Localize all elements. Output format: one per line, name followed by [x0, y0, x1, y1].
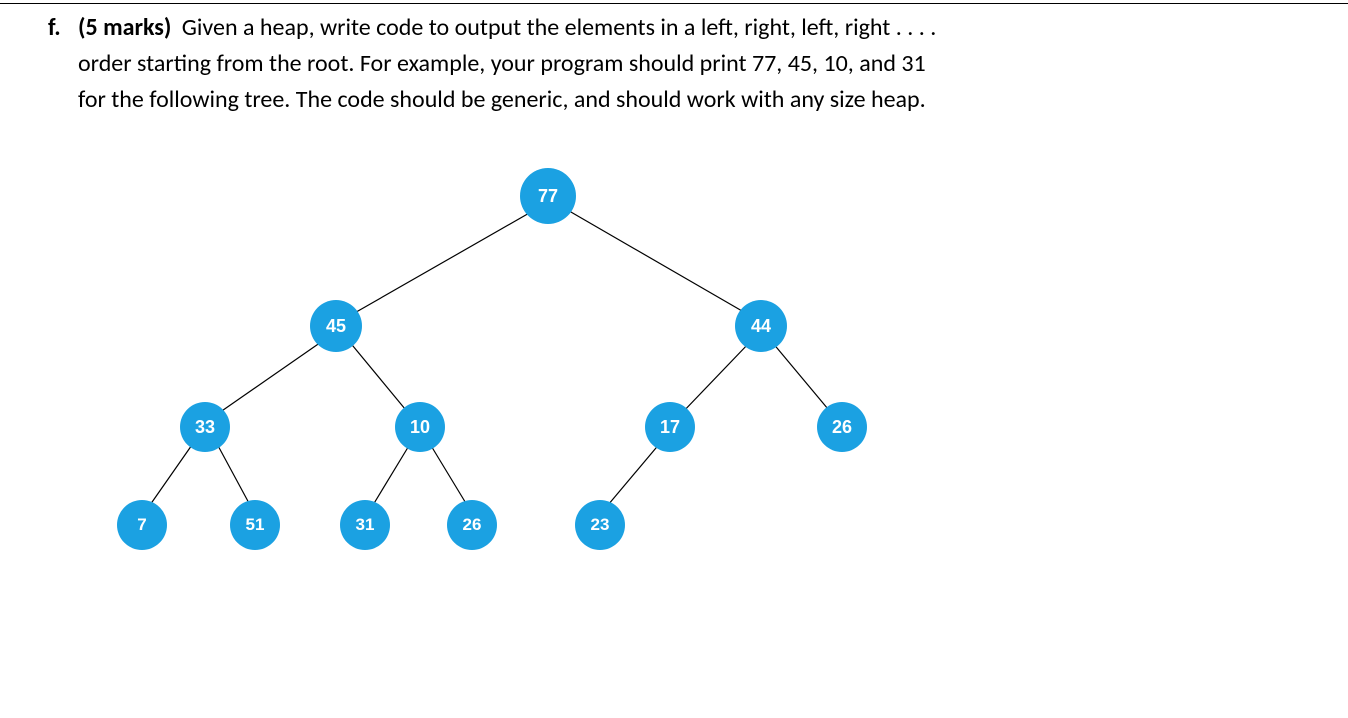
question-text-1: Given a heap, write code to output the e… [176, 13, 936, 42]
tree-node-l2-left: 45 [310, 300, 362, 352]
tree-node-l3-3: 17 [645, 402, 695, 452]
question-block: f. (5 marks) Given a heap, write code to… [0, 0, 1348, 118]
tree-node-l4-4: 26 [447, 500, 497, 550]
question-first-line: f. (5 marks) Given a heap, write code to… [48, 10, 1308, 46]
tree-node-l3-2: 10 [395, 402, 445, 452]
heap-tree-diagram: 77 45 44 33 10 17 26 7 51 31 26 23 [90, 160, 890, 580]
tree-node-l2-right: 44 [735, 300, 787, 352]
tree-node-l3-4: 26 [817, 402, 867, 452]
question-text-2: order starting from the root. For exampl… [78, 46, 1308, 82]
tree-node-l4-1: 7 [117, 500, 167, 550]
tree-node-l4-3: 31 [340, 500, 390, 550]
tree-node-l4-5: 23 [575, 500, 625, 550]
question-text-3: for the following tree. The code should … [78, 82, 1308, 118]
question-letter: f. [48, 10, 78, 46]
tree-node-root: 77 [520, 168, 576, 224]
question-marks: (5 marks) [78, 13, 171, 42]
tree-node-l4-2: 51 [230, 500, 280, 550]
page-top-rule [0, 3, 1348, 4]
tree-node-l3-1: 33 [180, 402, 230, 452]
